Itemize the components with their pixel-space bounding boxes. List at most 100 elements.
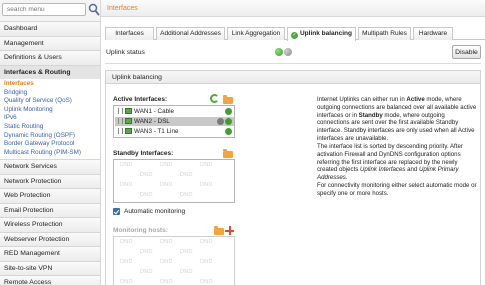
- sidebar-item-site-to-site-vpn[interactable]: Site-to-site VPN: [0, 260, 100, 276]
- folder-icon[interactable]: [223, 95, 233, 104]
- section-header: Uplink balancing: [105, 70, 481, 84]
- list-item[interactable]: WAN2 - DSL: [115, 117, 234, 126]
- tab-additional-addresses[interactable]: Additional Addresses: [156, 27, 225, 40]
- sidebar-item-dashboard[interactable]: Dashboard: [0, 21, 100, 36]
- dnd-placeholder: DND: [140, 249, 153, 255]
- status-ok-icon: [225, 108, 232, 115]
- drop-zone: DND DND DND DND DND DND DND DND DND DND …: [114, 237, 234, 285]
- subnav-item-bgp[interactable]: Border Gateway Protocol: [0, 140, 100, 149]
- subnav-item-interfaces[interactable]: Interfaces: [0, 80, 100, 89]
- active-interfaces-list[interactable]: WAN1 - Cable WAN2 - DSL WAN3 - T1 Line: [113, 105, 235, 138]
- automatic-monitoring-label: Automatic monitoring: [124, 208, 186, 215]
- dnd-placeholder: DND: [200, 162, 213, 168]
- sidebar-item-definitions-users[interactable]: Definitions & Users: [0, 50, 100, 65]
- section-body: Active Interfaces: WAN1 - Cable WAN2 - D…: [105, 84, 481, 285]
- sidebar-item-wireless-protection[interactable]: Wireless Protection: [0, 217, 100, 232]
- dnd-placeholder: DND: [160, 279, 173, 285]
- dnd-placeholder: DND: [160, 259, 173, 265]
- dnd-placeholder: DND: [180, 269, 193, 275]
- standby-interfaces-label: Standby Interfaces:: [113, 150, 174, 157]
- list-item[interactable]: WAN1 - Cable: [115, 107, 234, 116]
- dnd-placeholder: DND: [120, 259, 133, 265]
- interface-icon: [125, 108, 132, 114]
- sidebar-subnav: Interfaces Bridging Quality of Service (…: [0, 79, 100, 160]
- dnd-placeholder: DND: [160, 162, 173, 168]
- dnd-placeholder: DND: [140, 172, 153, 178]
- search-icon[interactable]: [88, 3, 100, 16]
- sidebar-item-remote-access[interactable]: Remote Access: [0, 275, 100, 285]
- dnd-placeholder: DND: [120, 239, 133, 245]
- monitoring-hosts-label: Monitoring hosts:: [113, 227, 168, 234]
- tab-interfaces[interactable]: Interfaces: [105, 27, 154, 40]
- active-interfaces-label: Active Interfaces:: [113, 96, 168, 103]
- sidebar-item-network-services[interactable]: Network Services: [0, 159, 100, 174]
- help-paragraph-3: For connectivity monitoring either selec…: [317, 182, 477, 197]
- sidebar: Dashboard Management Definitions & Users…: [0, 0, 101, 285]
- sidebar-item-management[interactable]: Management: [0, 35, 100, 50]
- drag-handle-icon[interactable]: [118, 108, 123, 114]
- sidebar-item-web-protection[interactable]: Web Protection: [0, 188, 100, 203]
- sidebar-item-red-management[interactable]: RED Management: [0, 246, 100, 261]
- dnd-placeholder: DND: [140, 269, 153, 275]
- sidebar-item-webserver-protection[interactable]: Webserver Protection: [0, 231, 100, 247]
- tab-uplink-balancing-label: Uplink balancing: [299, 30, 352, 37]
- subnav-item-qos[interactable]: Quality of Service (QoS): [0, 97, 100, 106]
- tab-bar: Interfaces Additional Addresses Link Agg…: [105, 27, 485, 41]
- search-area: [0, 0, 100, 21]
- subnav-item-multicast[interactable]: Multicast Routing (PIM-SM): [0, 149, 100, 158]
- subnav-item-static-routing[interactable]: Static Routing: [0, 123, 100, 132]
- monitoring-hosts-list[interactable]: DND DND DND DND DND DND DND DND DND DND …: [113, 236, 235, 285]
- interface-icon: [125, 128, 132, 134]
- dnd-placeholder: DND: [200, 279, 213, 285]
- refresh-icon[interactable]: [210, 94, 219, 103]
- sidebar-item-email-protection[interactable]: Email Protection: [0, 202, 100, 218]
- folder-icon[interactable]: [223, 149, 233, 158]
- dnd-placeholder: DND: [200, 182, 213, 188]
- tab-hardware[interactable]: Hardware: [413, 27, 453, 40]
- automatic-monitoring-checkbox[interactable]: [113, 208, 120, 215]
- dnd-placeholder: DND: [160, 239, 173, 245]
- tab-multipath-rules[interactable]: Multipath Rules: [358, 27, 411, 40]
- uplink-status-label: Uplink status: [106, 49, 145, 56]
- dnd-placeholder: DND: [200, 259, 213, 265]
- folder-icon[interactable]: [214, 226, 224, 235]
- main-panel: Interfaces Interfaces Additional Address…: [101, 0, 485, 285]
- help-paragraph-2: The interface list is sorted by descendi…: [317, 143, 463, 182]
- check-icon: ✓: [290, 32, 298, 39]
- options-icon[interactable]: [217, 118, 224, 125]
- standby-interfaces-list[interactable]: DND DND DND DND DND DND DND DND DND DND: [113, 159, 235, 203]
- drag-handle-icon[interactable]: [118, 128, 123, 134]
- dnd-placeholder: DND: [200, 239, 213, 245]
- dnd-placeholder: DND: [160, 182, 173, 188]
- dnd-placeholder: DND: [180, 192, 193, 198]
- subnav-item-ipv6[interactable]: IPv6: [0, 114, 100, 123]
- search-input[interactable]: [2, 3, 86, 16]
- subnav-item-ospf[interactable]: Dynamic Routing (OSPF): [0, 132, 100, 141]
- page-title: Interfaces: [101, 0, 485, 17]
- dnd-placeholder: DND: [120, 162, 133, 168]
- status-on-icon: [275, 48, 283, 56]
- dnd-placeholder: DND: [180, 172, 193, 178]
- tab-link-aggregation[interactable]: Link Aggregation: [227, 27, 285, 40]
- drag-handle-icon[interactable]: [118, 118, 123, 124]
- help-paragraph-1: Internet Uplinks can either run in Activ…: [317, 96, 477, 142]
- status-ok-icon: [225, 118, 232, 125]
- list-item[interactable]: WAN3 - T1 Line: [115, 127, 234, 136]
- status-off-icon: [284, 48, 292, 56]
- status-ok-icon: [225, 128, 232, 135]
- sidebar-item-interfaces-routing[interactable]: Interfaces & Routing: [0, 64, 100, 79]
- dnd-placeholder: DND: [120, 182, 133, 188]
- uplink-status-row: Uplink status Disable: [105, 42, 481, 64]
- plus-icon[interactable]: [225, 226, 234, 235]
- interface-name: WAN2 - DSL: [134, 118, 170, 125]
- tab-uplink-balancing[interactable]: ✓ Uplink balancing: [287, 27, 356, 41]
- dnd-placeholder: DND: [180, 249, 193, 255]
- drop-zone: DND DND DND DND DND DND DND DND DND DND: [114, 160, 234, 202]
- dnd-placeholder: DND: [120, 279, 133, 285]
- subnav-item-uplink-monitoring[interactable]: Uplink Monitoring: [0, 106, 100, 115]
- disable-button[interactable]: Disable: [452, 45, 481, 59]
- sidebar-item-network-protection[interactable]: Network Protection: [0, 173, 100, 189]
- dnd-placeholder: DND: [140, 192, 153, 198]
- subnav-item-bridging[interactable]: Bridging: [0, 89, 100, 98]
- interface-icon: [125, 118, 132, 124]
